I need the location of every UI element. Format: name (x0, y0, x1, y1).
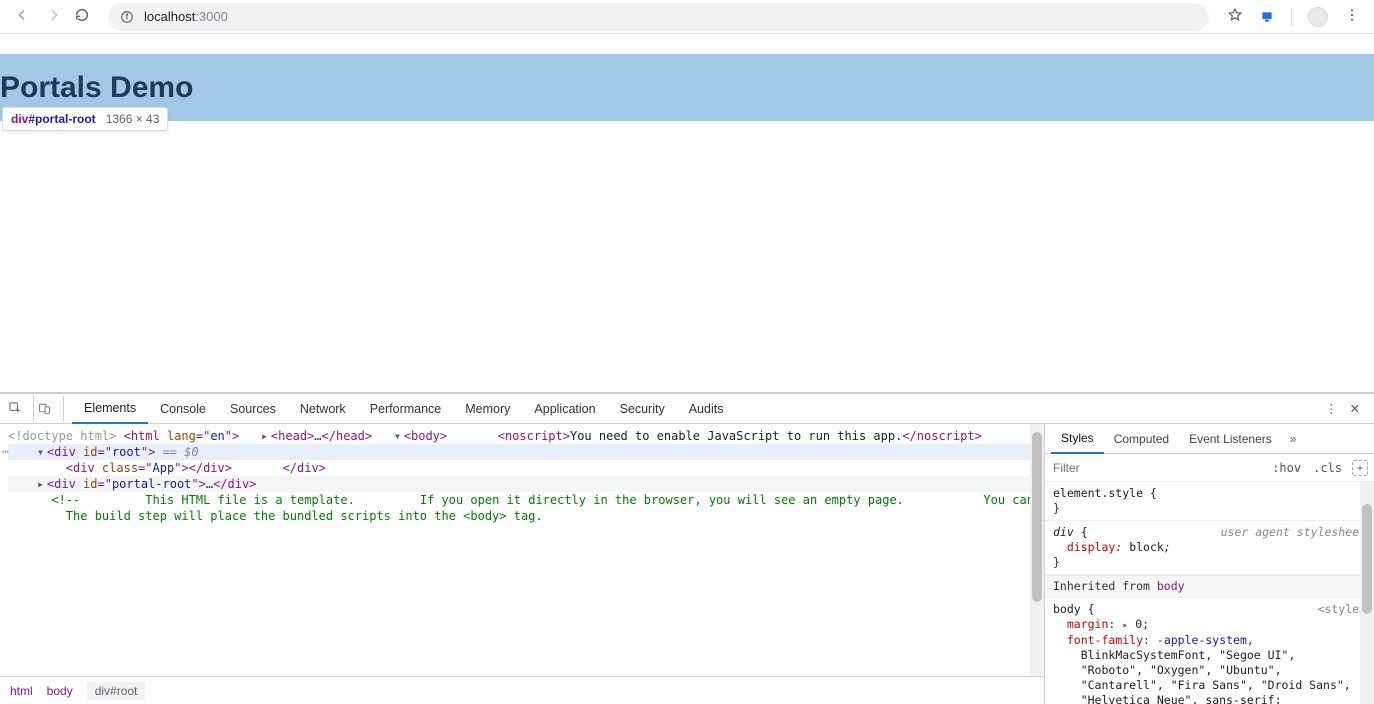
forward-button[interactable] (46, 7, 62, 26)
devtools-panel: Elements Console Sources Network Perform… (0, 392, 1374, 704)
uas-label: user agent stylesheet (1221, 525, 1366, 540)
styles-scrollbar[interactable] (1360, 482, 1374, 704)
tab-audits[interactable]: Audits (677, 394, 736, 424)
dom-breadcrumbs: html body div#root (0, 676, 1044, 704)
tab-sources[interactable]: Sources (218, 394, 288, 424)
breadcrumb-html[interactable]: html (10, 684, 33, 698)
profile-avatar-icon[interactable] (1308, 7, 1328, 27)
extension-icon[interactable] (1259, 9, 1275, 25)
toolbar-separator (1291, 8, 1292, 26)
tab-security[interactable]: Security (608, 394, 677, 424)
tab-console[interactable]: Console (148, 394, 218, 424)
comment-open: <!-- (51, 493, 80, 507)
elements-scrollbar[interactable] (1030, 424, 1044, 676)
cls-toggle[interactable]: .cls (1307, 461, 1348, 475)
elements-panel: <!doctype html> <html lang="en"> ▸<head>… (0, 424, 1044, 704)
div-display-val: block (1129, 540, 1164, 554)
site-info-icon[interactable] (120, 10, 134, 24)
devtools-menu-icon[interactable]: ⋮ (1319, 401, 1344, 416)
devtools-close-icon[interactable]: ✕ (1344, 401, 1366, 416)
reload-button[interactable] (74, 7, 90, 26)
tab-memory[interactable]: Memory (453, 394, 522, 424)
bookmark-star-icon[interactable] (1227, 7, 1243, 26)
url-port: :3000 (195, 9, 228, 24)
page-viewport: Portals Demo div#portal-root 1366 × 43 (0, 34, 1374, 392)
styles-rules[interactable]: element.style { } user agent stylesheet … (1045, 482, 1374, 704)
element-highlight-tooltip: div#portal-root 1366 × 43 (2, 107, 168, 131)
page-title: Portals Demo (0, 54, 1374, 121)
styles-filter-row: :hov .cls + (1045, 454, 1374, 482)
inspect-element-icon[interactable] (8, 396, 34, 422)
comment-l2: If you open it directly in the browser, … (420, 493, 904, 507)
styles-tab-computed[interactable]: Computed (1104, 424, 1179, 454)
styles-tab-styles[interactable]: Styles (1051, 424, 1104, 454)
tab-performance[interactable]: Performance (358, 394, 454, 424)
noscript-text: You need to enable JavaScript to run thi… (570, 429, 902, 443)
hov-toggle[interactable]: :hov (1266, 461, 1307, 475)
tooltip-tagname: div (11, 112, 28, 126)
selected-marker: == $0 (155, 445, 198, 459)
styles-panel: Styles Computed Event Listeners » :hov .… (1044, 424, 1374, 704)
dom-tree[interactable]: <!doctype html> <html lang="en"> ▸<head>… (0, 424, 1044, 676)
styles-tabbar: Styles Computed Event Listeners » (1045, 424, 1374, 454)
tab-elements[interactable]: Elements (72, 394, 148, 424)
div-display-prop: display (1067, 540, 1115, 554)
breadcrumb-current[interactable]: div#root (87, 682, 146, 700)
new-style-rule-icon[interactable]: + (1352, 460, 1368, 476)
comment-l1: This HTML file is a template. (145, 493, 355, 507)
dom-doctype: <!doctype html> (8, 429, 116, 443)
tab-application[interactable]: Application (522, 394, 607, 424)
browser-toolbar: localhost:3000 (0, 0, 1374, 34)
body-rule-src[interactable]: <style> (1318, 602, 1366, 617)
url-host: localhost (144, 9, 195, 24)
brace-close: } (1053, 501, 1060, 515)
element-style-selector: element.style { (1053, 486, 1157, 500)
devtools-tabbar: Elements Console Sources Network Perform… (0, 394, 1374, 424)
browser-menu-icon[interactable] (1344, 7, 1360, 26)
styles-more-tabs-icon[interactable]: » (1282, 432, 1301, 446)
tooltip-id: #portal-root (28, 112, 95, 126)
styles-tab-listeners[interactable]: Event Listeners (1179, 424, 1282, 454)
tooltip-dimensions: 1366 × 43 (106, 112, 160, 126)
device-toolbar-icon[interactable] (38, 396, 64, 422)
back-button[interactable] (14, 7, 30, 26)
inherited-from-header: Inherited from body (1045, 575, 1374, 598)
breadcrumb-body[interactable]: body (47, 684, 73, 698)
styles-filter-input[interactable] (1051, 460, 1266, 476)
comment-l4: The build step will place the bundled sc… (66, 509, 543, 523)
address-bar[interactable]: localhost:3000 (108, 3, 1209, 31)
tab-network[interactable]: Network (288, 394, 358, 424)
